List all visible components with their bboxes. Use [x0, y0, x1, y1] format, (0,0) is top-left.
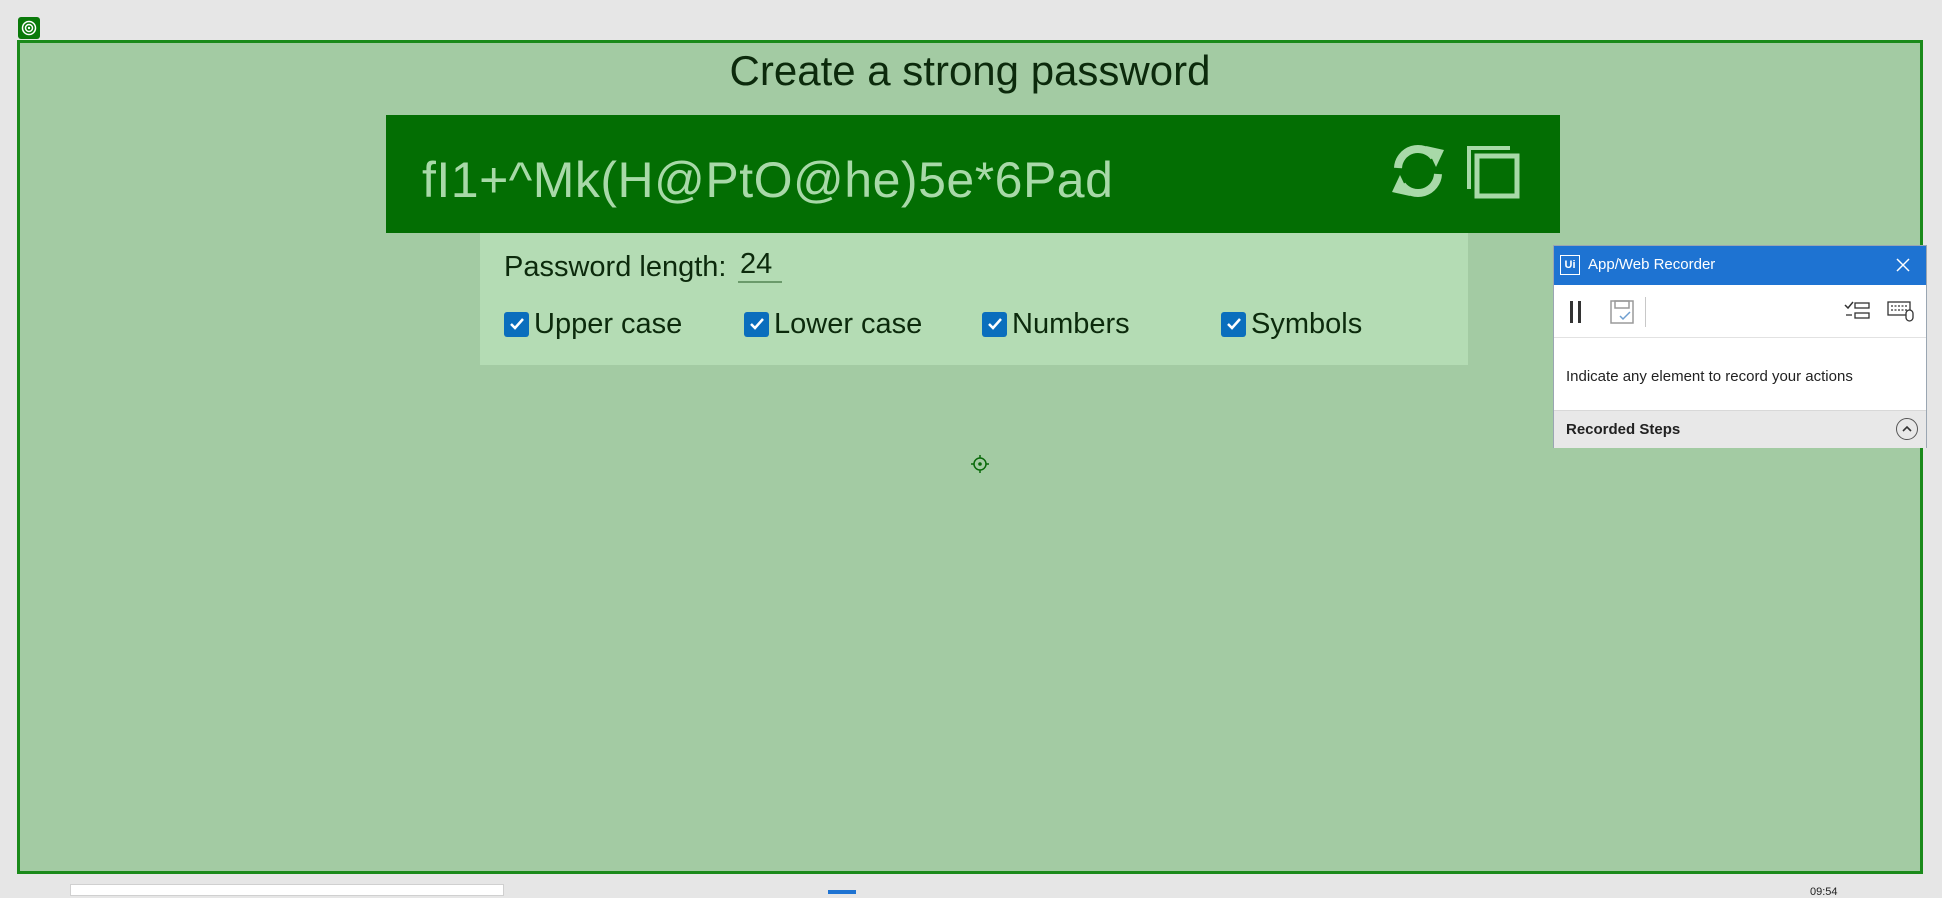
page-title: Create a strong password: [729, 47, 1211, 94]
symbols-label: Symbols: [1251, 307, 1363, 340]
numbers-checkbox[interactable]: [982, 311, 1007, 337]
password-display: fI1+^Mk(H@PtO@he)5e*6Pad: [386, 115, 1560, 233]
highlight-target-icon: [18, 17, 40, 39]
uipath-logo-icon: Ui: [1560, 255, 1580, 275]
recorded-steps-label: Recorded Steps: [1566, 421, 1681, 438]
app-web-recorder-window: Ui App/Web Recorder Indicate any element…: [1553, 245, 1927, 448]
close-icon[interactable]: [1894, 256, 1912, 274]
crosshair-cursor-icon: [971, 455, 989, 473]
recorder-hint-text: Indicate any element to record your acti…: [1566, 368, 1853, 385]
uppercase-checkbox[interactable]: [504, 311, 529, 337]
symbols-option[interactable]: Symbols: [1221, 307, 1362, 341]
keyboard-mouse-icon[interactable]: [1887, 299, 1915, 323]
numbers-label: Numbers: [1012, 307, 1130, 340]
toolbar-divider: [1645, 297, 1646, 327]
password-options-panel: Password length: Upper case Lower case N…: [480, 233, 1468, 365]
collapse-chevron-icon[interactable]: [1896, 418, 1918, 440]
lowercase-checkbox[interactable]: [744, 311, 769, 337]
app-page-highlight: Create a strong password fI1+^Mk(H@PtO@h…: [17, 40, 1923, 874]
uppercase-label: Upper case: [534, 307, 683, 340]
recorded-steps-list-icon[interactable]: [1844, 299, 1870, 323]
recorded-steps-header[interactable]: Recorded Steps: [1554, 410, 1926, 448]
password-length-input[interactable]: [738, 247, 782, 283]
symbols-checkbox[interactable]: [1221, 311, 1246, 337]
recorder-toolbar: [1554, 285, 1926, 338]
copy-icon[interactable]: [1466, 145, 1520, 199]
generated-password: fI1+^Mk(H@PtO@he)5e*6Pad: [422, 152, 1114, 208]
lowercase-label: Lower case: [774, 307, 923, 340]
numbers-option[interactable]: Numbers: [982, 307, 1130, 341]
check-icon: [749, 318, 764, 330]
uppercase-option[interactable]: Upper case: [504, 307, 682, 341]
lowercase-option[interactable]: Lower case: [744, 307, 922, 341]
recorder-titlebar[interactable]: Ui App/Web Recorder: [1554, 246, 1926, 285]
check-icon: [987, 318, 1002, 330]
pause-icon[interactable]: [1564, 299, 1588, 325]
recorder-title: App/Web Recorder: [1588, 256, 1716, 273]
check-icon: [1226, 318, 1241, 330]
taskbar-app-icon[interactable]: [828, 890, 856, 894]
check-icon: [509, 318, 524, 330]
taskbar-search-box[interactable]: [70, 884, 504, 896]
password-length-label: Password length:: [504, 251, 727, 283]
refresh-icon[interactable]: [1388, 141, 1448, 201]
taskbar-clock: 09:54: [1810, 886, 1838, 898]
save-icon[interactable]: [1609, 299, 1635, 325]
